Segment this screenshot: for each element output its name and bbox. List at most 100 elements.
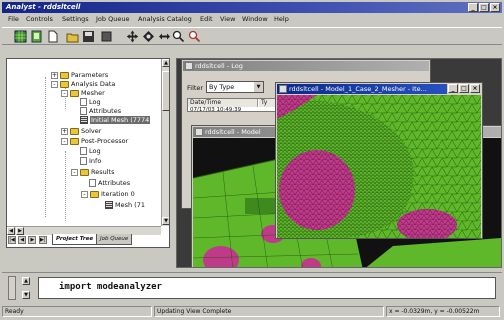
maximize-button[interactable]: □ xyxy=(479,3,489,12)
command-input[interactable]: import modeanalyzer xyxy=(38,277,496,299)
status-coordinates: x = -0.0329m, y = -0.00522m xyxy=(386,306,500,317)
tree-item-iteration-0[interactable]: - Iteration 0 xyxy=(81,190,135,199)
zoom-in-icon[interactable] xyxy=(172,30,185,43)
status-bar: Ready Updating View Complete x = -0.0329… xyxy=(2,305,502,318)
menu-controls[interactable]: Controls xyxy=(26,15,53,23)
tree-item-initial-mesh[interactable]: Initial Mesh (7774 xyxy=(80,116,151,125)
tab-project-tree[interactable]: Project Tree xyxy=(52,234,98,245)
mesh-icon xyxy=(80,116,88,124)
document-icon xyxy=(80,147,87,155)
zoom-out-icon[interactable] xyxy=(188,30,201,43)
rotate-icon[interactable] xyxy=(142,30,155,43)
new-icon[interactable] xyxy=(46,30,59,43)
filter-select[interactable]: By Type ▼ xyxy=(206,81,264,93)
project-tree[interactable]: + Parameters - Analysis Data - Mesher Log A… xyxy=(6,58,170,248)
document-icon[interactable] xyxy=(30,30,43,43)
tree-connector xyxy=(45,77,46,217)
stop-icon[interactable] xyxy=(100,30,113,43)
prev-tab-icon[interactable]: ◀ xyxy=(18,236,27,244)
log-window-titlebar[interactable]: rddsltcell - Log xyxy=(183,61,429,71)
collapse-icon[interactable]: - xyxy=(61,137,68,145)
child-close-button[interactable]: × xyxy=(470,84,480,93)
tree-item-mesh[interactable]: Mesh (71 xyxy=(105,201,145,210)
expand-icon[interactable]: + xyxy=(61,127,68,135)
command-bar: ▲ ▼ import modeanalyzer xyxy=(2,272,502,302)
chevron-down-icon[interactable]: ▼ xyxy=(254,82,263,92)
command-scroll-up-icon[interactable]: ▲ xyxy=(22,277,30,285)
window-icon xyxy=(185,62,193,70)
mdi-workspace: rddsltcell - Log Filter By Type ▼ Date/T… xyxy=(176,58,502,268)
window-icon xyxy=(279,85,287,93)
model-block xyxy=(245,198,275,214)
tab-nav-buttons: |◀ ◀ ▶ ▶| xyxy=(8,235,48,244)
menu-analysis-catalog[interactable]: Analysis Catalog xyxy=(138,15,192,23)
document-icon xyxy=(80,98,87,106)
tree-item-mesher-log[interactable]: Log xyxy=(80,98,101,107)
tree-item-info[interactable]: Info xyxy=(80,157,101,166)
mesh-hole-grid xyxy=(279,150,355,230)
menu-job-queue[interactable]: Job Queue xyxy=(96,15,129,23)
menu-view[interactable]: View xyxy=(220,15,235,23)
expand-icon[interactable]: + xyxy=(51,71,58,79)
status-message: Updating View Complete xyxy=(154,306,384,317)
folder-icon xyxy=(60,71,69,79)
tree-connector xyxy=(65,151,66,221)
folder-icon xyxy=(70,127,79,135)
folder-icon xyxy=(90,190,99,198)
collapse-icon[interactable]: - xyxy=(51,80,58,88)
close-button[interactable]: × xyxy=(490,3,500,12)
collapse-icon[interactable]: - xyxy=(81,190,88,198)
child-minimize-button[interactable]: _ xyxy=(448,84,458,93)
mesh-icon xyxy=(105,201,113,209)
tree-item-analysis-data[interactable]: - Analysis Data xyxy=(51,80,115,89)
tab-job-queue[interactable]: Job Queue xyxy=(96,234,133,245)
mesh-window-front-titlebar[interactable]: rddsltcell - Model_1_Case_2_Mesher - Ite… xyxy=(277,84,447,94)
menu-bar: File Controls Settings Job Queue Analysi… xyxy=(2,14,502,25)
folder-icon xyxy=(60,80,69,88)
child-maximize-button[interactable]: □ xyxy=(459,84,469,93)
window-icon xyxy=(195,128,203,136)
save-icon[interactable] xyxy=(82,30,95,43)
scroll-thumb[interactable] xyxy=(162,71,169,111)
tree-vertical-scrollbar[interactable]: ▲ ▼ xyxy=(161,59,169,226)
scroll-down-icon[interactable]: ▼ xyxy=(162,217,169,225)
move-icon[interactable] xyxy=(126,30,139,43)
status-ready: Ready xyxy=(2,306,152,317)
filter-label: Filter xyxy=(187,84,204,92)
first-tab-icon[interactable]: |◀ xyxy=(8,236,16,244)
green-grid-icon[interactable] xyxy=(14,30,27,43)
command-scroll-down-icon[interactable]: ▼ xyxy=(22,291,30,299)
table-row[interactable]: 07/17/03 10:49:39 xyxy=(190,107,241,113)
menu-edit[interactable]: Edit xyxy=(200,15,213,23)
open-icon[interactable] xyxy=(66,30,79,43)
folder-icon xyxy=(80,168,89,176)
menu-window[interactable]: Window xyxy=(242,15,268,23)
attributes-icon xyxy=(80,107,87,115)
pan-icon[interactable] xyxy=(158,30,171,43)
tree-item-parameters[interactable]: + Parameters xyxy=(51,71,108,80)
menu-settings[interactable]: Settings xyxy=(62,15,89,23)
title-bar[interactable]: Analyst - rddsltcell _ □ × xyxy=(2,2,502,13)
tree-item-solver[interactable]: + Solver xyxy=(61,127,101,136)
folder-icon xyxy=(70,137,79,145)
menu-file[interactable]: File xyxy=(8,15,19,23)
panel-grip[interactable] xyxy=(8,276,16,300)
next-tab-icon[interactable]: ▶ xyxy=(28,236,37,244)
scroll-up-icon[interactable]: ▲ xyxy=(162,59,169,67)
mesh-viewport[interactable] xyxy=(277,95,481,238)
tree-item-mesher-attributes[interactable]: Attributes xyxy=(80,107,121,116)
menu-help[interactable]: Help xyxy=(274,15,289,23)
collapse-icon[interactable]: - xyxy=(71,168,78,176)
mesh-window-front[interactable]: rddsltcell - Model_1_Case_2_Mesher - Ite… xyxy=(275,82,483,239)
tree-item-results-attributes[interactable]: Attributes xyxy=(89,179,130,188)
last-tab-icon[interactable]: ▶| xyxy=(38,236,47,244)
attributes-icon xyxy=(89,179,96,187)
column-header-date[interactable]: Date/Time xyxy=(188,99,258,107)
tree-item-post-processor[interactable]: - Post-Processor xyxy=(61,137,128,146)
minimize-button[interactable]: _ xyxy=(468,3,478,12)
tree-item-results[interactable]: - Results xyxy=(71,168,114,177)
collapse-icon[interactable]: - xyxy=(61,89,68,97)
tree-item-post-log[interactable]: Log xyxy=(80,147,101,156)
window-title: Analyst - rddsltcell xyxy=(6,3,81,11)
tree-item-mesher[interactable]: - Mesher xyxy=(61,89,105,98)
